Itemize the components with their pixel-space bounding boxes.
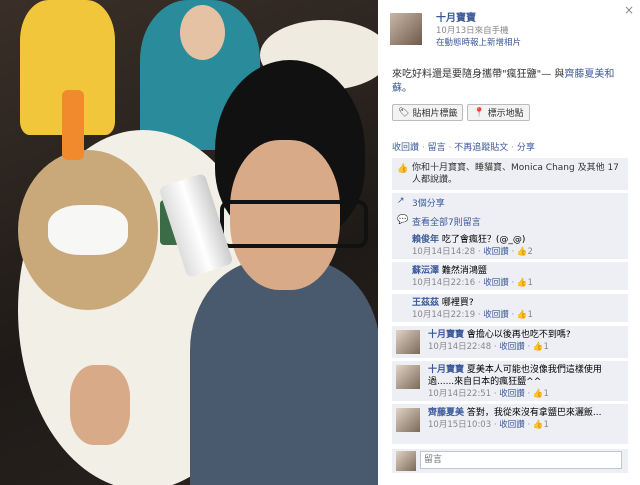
photo-main-subject: [190, 60, 378, 485]
comment-text: 哪裡買?: [441, 298, 474, 308]
share-icon: ↗: [397, 196, 405, 206]
commenter-avatar[interactable]: [396, 330, 420, 354]
shares-summary[interactable]: ↗ 3個分享: [392, 193, 628, 212]
comment-link[interactable]: 留言: [428, 143, 446, 153]
comment-author[interactable]: 十月寶寶: [428, 365, 464, 375]
post-caption: 來吃好料還是要隨身攜帶"瘋狂鹽"— 與齊藤夏美和蘇。: [392, 69, 615, 94]
comment-like-count[interactable]: 1: [543, 389, 548, 399]
comment-like-count[interactable]: 1: [543, 342, 548, 352]
post-header: 十月寶寶 10月13日來自手機 在動態時報上新增相片: [390, 13, 521, 49]
poster-name[interactable]: 十月寶寶: [436, 13, 521, 25]
my-avatar: [396, 451, 416, 471]
post-actions: 收回讚 · 留言 · 不再追蹤貼文 · 分享: [392, 143, 535, 153]
comment-time[interactable]: 10月14日22:16: [412, 278, 475, 288]
comment-time[interactable]: 10月14日22:51: [428, 389, 491, 399]
comment-time[interactable]: 10月14日22:19: [412, 310, 475, 320]
comment-unlike-link[interactable]: 收回讚: [483, 247, 509, 257]
comment-item: 十月寶寶 會擔心以後再也吃不到嗎? 10月14日22:48 · 收回讚 · 👍1: [392, 326, 628, 358]
post-via[interactable]: 在動態時報上新增相片: [436, 37, 521, 49]
comment-unlike-link[interactable]: 收回讚: [483, 310, 509, 320]
comment-unlike-link[interactable]: 收回讚: [483, 278, 509, 288]
thumbs-up-icon: 👍: [516, 310, 528, 320]
comment-item: 蘇沄澤 難然消鴻鹽 10月14日22:16 · 收回讚 · 👍1: [392, 262, 628, 290]
poster-avatar[interactable]: [390, 13, 422, 45]
comment-text: 會擔心以後再也吃不到嗎?: [466, 330, 571, 340]
comment-text: 吃了會瘋狂？(@_@): [441, 235, 526, 245]
share-link[interactable]: 分享: [517, 143, 535, 153]
comment-time[interactable]: 10月14日22:48: [428, 342, 491, 352]
comment-unlike-link[interactable]: 收回讚: [499, 389, 525, 399]
location-pin-icon: 📍: [473, 107, 485, 118]
comment-item: 王茲茲 哪裡買? 10月14日22:19 · 收回讚 · 👍1: [392, 294, 628, 322]
thumbs-up-icon: 👍: [532, 389, 544, 399]
comment-time[interactable]: 10月15日10:03: [428, 420, 491, 430]
comment-item: 賴俊年 吃了會瘋狂？(@_@) 10月14日14:28 · 收回讚 · 👍2: [392, 231, 628, 259]
photo-viewer[interactable]: [0, 0, 378, 485]
comment-author[interactable]: 蘇沄澤: [412, 266, 439, 276]
tag-icon: 🏷: [398, 107, 410, 118]
comment-text: 難然消鴻鹽: [441, 266, 487, 276]
likes-summary: 👍 你和十月寶寶、睡貓寶、Monica Chang 及其他 17 人都說讚。: [392, 158, 628, 190]
post-date[interactable]: 10月13日來自手機: [436, 25, 521, 37]
thumbs-up-icon: 👍: [532, 420, 544, 430]
photo-hand: [70, 365, 130, 445]
photo-bottle: [62, 90, 84, 160]
comment-item: 十月寶寶 夏美本人可能也沒像我們這樣使用過......來自日本的瘋狂鹽^^ 10…: [392, 361, 628, 401]
thumbs-up-icon: 👍: [516, 278, 528, 288]
tag-photo-button[interactable]: 🏷 貼相片標籤: [392, 104, 464, 121]
comment-unlike-link[interactable]: 收回讚: [499, 420, 525, 430]
unlike-link[interactable]: 收回讚: [392, 143, 419, 153]
thumbs-up-icon: 👍: [516, 247, 528, 257]
comment-text: 答對，我從來沒有拿鹽巴來灑飯...: [466, 408, 602, 418]
comment-author[interactable]: 王茲茲: [412, 298, 439, 308]
photo-bowls: [48, 205, 128, 255]
comment-author[interactable]: 十月寶寶: [428, 330, 464, 340]
commenter-avatar[interactable]: [396, 408, 420, 432]
comment-like-count[interactable]: 2: [527, 247, 532, 257]
comment-bubble-icon: 💬: [397, 215, 409, 225]
comment-author[interactable]: 齊藤夏美: [428, 408, 464, 418]
view-all-comments[interactable]: 💬 查看全部7則留言: [392, 212, 628, 231]
comment-like-count[interactable]: 1: [543, 420, 548, 430]
reply-box: [392, 449, 628, 473]
comment-time[interactable]: 10月14日14:28: [412, 247, 475, 257]
close-icon[interactable]: ×: [624, 3, 634, 17]
comment-unlike-link[interactable]: 收回讚: [499, 342, 525, 352]
commenter-avatar[interactable]: [396, 365, 420, 389]
thumbs-up-icon: 👍: [397, 164, 409, 174]
comment-author[interactable]: 賴俊年: [412, 235, 439, 245]
comment-like-count[interactable]: 1: [527, 310, 532, 320]
thumbs-up-icon: 👍: [532, 342, 544, 352]
unfollow-link[interactable]: 不再追蹤貼文: [454, 143, 508, 153]
comment-item: 齊藤夏美 答對，我從來沒有拿鹽巴來灑飯... 10月15日10:03 · 收回讚…: [392, 404, 628, 444]
comment-like-count[interactable]: 1: [527, 278, 532, 288]
comment-input[interactable]: [420, 451, 622, 469]
photo-sidebar: × 十月寶寶 10月13日來自手機 在動態時報上新增相片 來吃好料還是要隨身攜帶…: [378, 0, 640, 485]
add-location-button[interactable]: 📍 標示地點: [467, 104, 530, 121]
